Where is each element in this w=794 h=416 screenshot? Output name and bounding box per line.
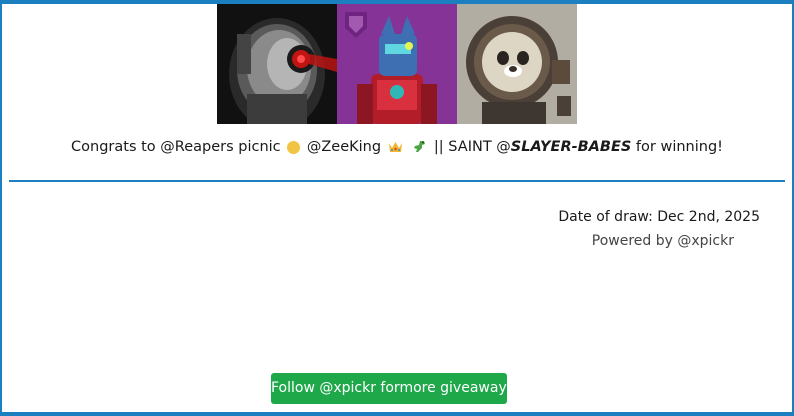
congrats-suffix: for winning! <box>635 139 723 155</box>
winner-images <box>217 4 577 124</box>
congrats-mention-2: @ZeeKing <box>306 139 382 155</box>
congrats-separator: || SAINT @ <box>433 139 511 155</box>
congrats-prefix: Congrats to @Reapers picnic <box>71 139 281 155</box>
congrats-message: Congrats to @Reapers picnic @ZeeKing || … <box>0 139 794 159</box>
dinosaur-icon <box>411 139 427 159</box>
draw-date: Date of draw: Dec 2nd, 2025 <box>558 209 760 225</box>
follow-button[interactable]: Follow @xpickr formore giveaways <box>271 373 514 404</box>
winner-bold-name: SLAYER-BABES <box>510 139 632 155</box>
transformer-robot-image <box>337 4 457 124</box>
powered-by: Powered by @xpickr <box>591 233 734 249</box>
skull-robot-image <box>217 4 337 124</box>
divider <box>9 180 785 182</box>
yellow-dot-icon <box>287 141 301 154</box>
astronaut-bear-image <box>457 4 577 124</box>
crown-icon <box>388 140 403 158</box>
